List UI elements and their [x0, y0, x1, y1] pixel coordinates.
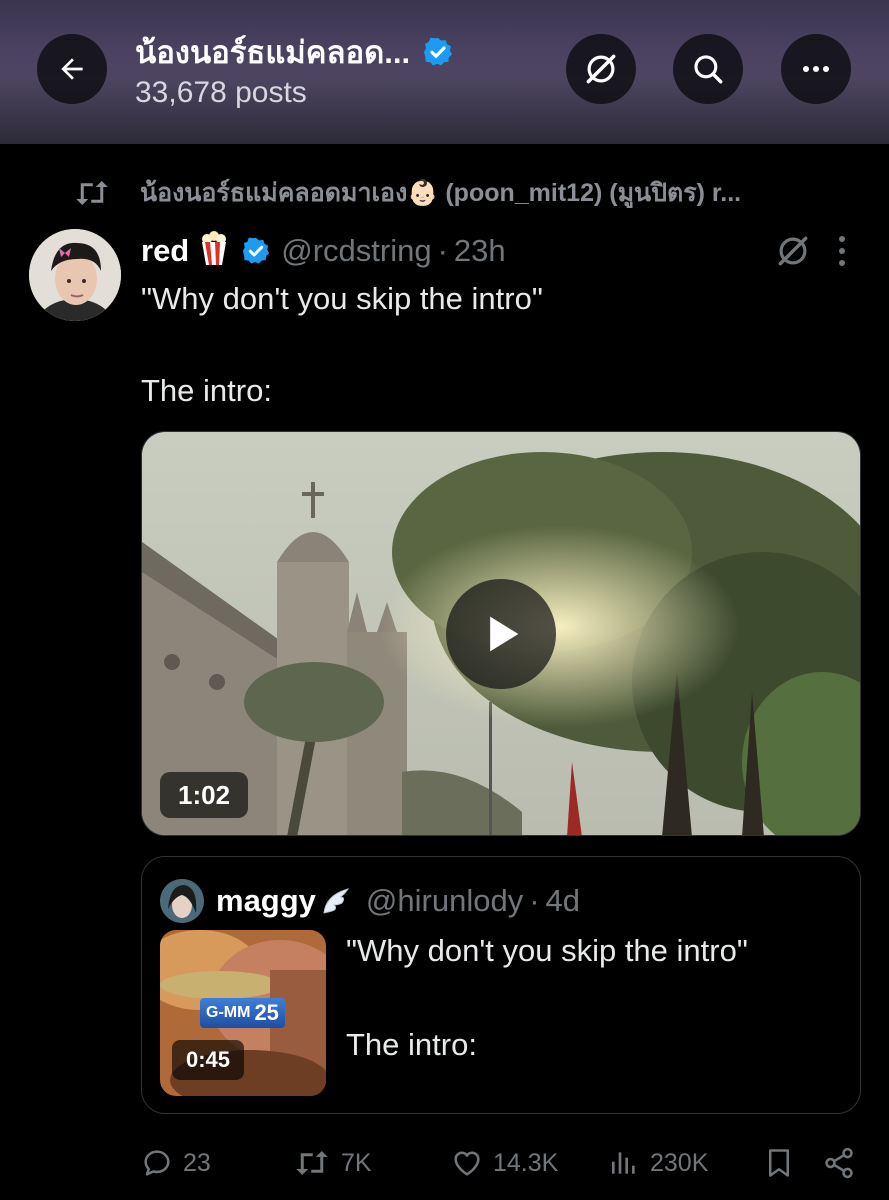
search-button[interactable] — [673, 34, 743, 104]
video-duration: 1:02 — [160, 772, 249, 818]
separator: · — [437, 233, 448, 268]
wing-emoji — [323, 888, 350, 914]
repost-context-text: น้องนอร์ธแม่คลอดมาเอง👶🏻 (poon_mit12) (มู… — [140, 179, 742, 207]
tweet-text-line1: "Why don't you skip the intro" — [141, 281, 543, 316]
channel-logo-text: G-MM — [206, 1004, 251, 1021]
separator: · — [529, 883, 540, 918]
quote-author-name[interactable]: maggy — [216, 883, 316, 919]
more-icon — [803, 66, 829, 72]
share-icon — [825, 1147, 853, 1179]
tweet-handle[interactable]: @rcdstring — [281, 233, 431, 269]
popcorn-emoji — [199, 230, 229, 272]
share-button[interactable] — [822, 1138, 856, 1188]
verified-badge-icon — [424, 37, 453, 66]
posts-count: 33,678 posts — [135, 76, 307, 109]
repost-icon — [76, 181, 108, 205]
like-count: 14.3K — [493, 1148, 559, 1177]
like-button[interactable]: 14.3K — [451, 1138, 558, 1188]
tweet-text-line2: The intro: — [141, 373, 272, 408]
quote-handle[interactable]: @hirunlody — [366, 883, 523, 919]
quote-video-thumbnail[interactable]: G-MM 25 0:45 — [160, 930, 326, 1096]
channel-logo-num: 25 — [254, 1000, 279, 1025]
quote-video-duration: 0:45 — [172, 1040, 245, 1080]
reply-button[interactable]: 23 — [141, 1138, 211, 1188]
verified-badge-icon — [243, 237, 270, 264]
views-chart-icon — [612, 1152, 635, 1174]
repost-count: 7K — [341, 1148, 372, 1177]
quote-text-line1: "Why don't you skip the intro" — [346, 933, 748, 968]
reply-count: 23 — [183, 1148, 211, 1177]
views-button[interactable]: 230K — [608, 1138, 708, 1188]
profile-header: น้องนอร์ธแม่คลอด... 33,678 posts — [0, 0, 889, 144]
repost-context[interactable]: น้องนอร์ธแม่คลอดมาเอง👶🏻 (poon_mit12) (มู… — [74, 175, 741, 211]
tweet-video[interactable]: 1:02 — [141, 431, 861, 836]
header-title: น้องนอร์ธแม่คลอด... — [135, 30, 454, 74]
repost-icon — [296, 1151, 328, 1175]
bookmark-button[interactable] — [764, 1138, 794, 1188]
reply-icon — [144, 1150, 170, 1176]
more-button[interactable] — [781, 34, 851, 104]
back-button[interactable] — [37, 34, 107, 104]
bookmark-icon — [769, 1149, 789, 1177]
heart-icon — [454, 1151, 480, 1176]
grok-button[interactable] — [566, 34, 636, 104]
quoted-tweet[interactable]: maggy @hirunlody · 4d G-MM 25 0:45 "Why … — [141, 856, 861, 1114]
quote-avatar[interactable] — [160, 879, 204, 923]
grok-icon — [586, 54, 616, 84]
quote-time[interactable]: 4d — [546, 883, 580, 919]
repost-button[interactable]: 7K — [293, 1138, 372, 1188]
tweet-actions: 23 7K 14.3K 230K — [0, 1138, 889, 1188]
play-button[interactable] — [446, 579, 556, 689]
tweet-time[interactable]: 23h — [454, 233, 506, 269]
quote-text-line2: The intro: — [346, 1027, 477, 1062]
quote-header: maggy @hirunlody · 4d — [160, 879, 580, 923]
tweet-header: red @rcdstring · 23h — [141, 229, 506, 273]
grok-icon[interactable] — [774, 232, 812, 270]
channel-logo: G-MM 25 — [200, 998, 285, 1028]
profile-name: น้องนอร์ธแม่คลอด... — [135, 35, 411, 70]
tweet-author-name[interactable]: red — [141, 233, 189, 269]
views-count: 230K — [650, 1148, 709, 1177]
search-icon — [694, 55, 723, 84]
more-vertical-icon[interactable] — [836, 234, 848, 268]
back-arrow-icon — [61, 58, 83, 80]
avatar[interactable] — [29, 229, 121, 321]
play-icon — [490, 616, 519, 652]
